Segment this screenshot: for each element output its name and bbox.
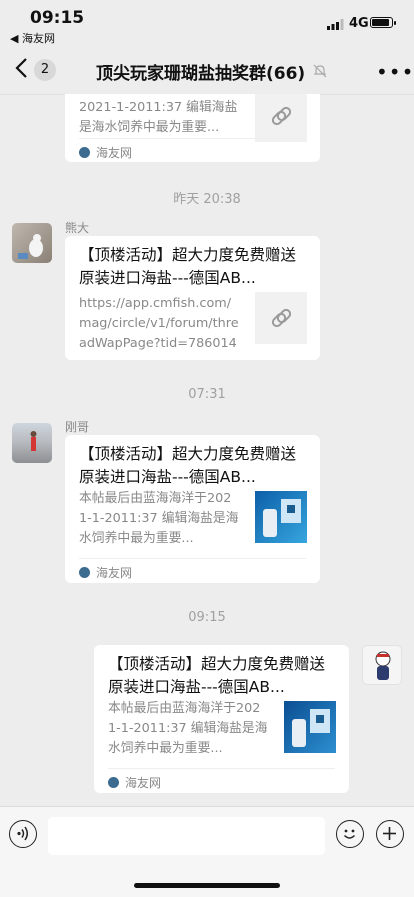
link-card-message[interactable]: 2021-1-2011:37 编辑海盐是海水饲养中最为重要... 海友网 <box>65 94 320 162</box>
card-divider <box>79 558 306 559</box>
card-title: 【顶楼活动】超大力度免费赠送原装进口海盐---德国AB... <box>108 655 326 696</box>
source-logo-icon <box>108 777 119 788</box>
chat-header: 2 顶尖玩家珊瑚盐抽奖群(66) ••• <box>0 44 414 95</box>
message-input[interactable] <box>48 817 325 855</box>
emoji-icon[interactable] <box>336 820 364 848</box>
link-card-message[interactable]: 【顶楼活动】超大力度免费赠送原装进口海盐---德国AB... https://a… <box>65 236 320 360</box>
signal-icon <box>327 19 344 30</box>
card-source: 海友网 <box>79 564 132 581</box>
link-icon <box>255 94 307 142</box>
sender-name: 刚哥 <box>65 420 90 434</box>
card-title: 【顶楼活动】超大力度免费赠送原装进口海盐---德国AB... <box>79 445 297 486</box>
card-description: https://app.cmfish.com/mag/circle/v1/for… <box>79 296 239 351</box>
more-options-icon[interactable]: ••• <box>376 60 414 84</box>
card-source: 海友网 <box>79 144 132 161</box>
card-divider <box>108 768 335 769</box>
avatar[interactable] <box>12 223 52 263</box>
card-title: 【顶楼活动】超大力度免费赠送原装进口海盐---德国AB... <box>79 246 297 287</box>
avatar[interactable] <box>12 423 52 463</box>
message-timestamp: 09:15 <box>188 610 226 625</box>
chat-title: 顶尖玩家珊瑚盐抽奖群(66) <box>96 64 306 84</box>
status-time: 09:15 <box>30 8 85 28</box>
card-description: 2021-1-2011:37 编辑海盐是海水饲养中最为重要... <box>79 100 238 135</box>
product-image <box>284 701 336 753</box>
add-more-icon[interactable] <box>376 820 404 848</box>
voice-input-icon[interactable] <box>9 820 37 848</box>
status-bar: 09:15 ◀ 海友网 4G <box>0 0 414 45</box>
home-indicator <box>134 883 280 888</box>
message-list[interactable]: 2021-1-2011:37 编辑海盐是海水饲养中最为重要... 海友网 昨天 … <box>0 94 414 806</box>
back-icon[interactable] <box>12 57 32 79</box>
link-card-message[interactable]: 【顶楼活动】超大力度免费赠送原装进口海盐---德国AB... 本帖最后由蓝海海洋… <box>94 645 349 793</box>
message-timestamp: 昨天 20:38 <box>173 192 241 207</box>
card-divider <box>79 138 306 139</box>
message-timestamp: 07:31 <box>188 387 226 402</box>
link-card-message[interactable]: 【顶楼活动】超大力度免费赠送原装进口海盐---德国AB... 本帖最后由蓝海海洋… <box>65 435 320 583</box>
battery-icon <box>370 17 396 28</box>
mute-icon <box>313 64 327 78</box>
source-logo-icon <box>79 567 90 578</box>
card-source: 海友网 <box>108 774 161 791</box>
link-icon <box>255 292 307 344</box>
network-label: 4G <box>349 16 369 31</box>
product-image <box>255 491 307 543</box>
sender-name: 熊大 <box>65 221 90 235</box>
source-logo-icon <box>79 147 90 158</box>
avatar[interactable] <box>362 645 402 685</box>
card-description: 本帖最后由蓝海海洋于2021-1-2011:37 编辑海盐是海水饲养中最为重要.… <box>79 491 239 546</box>
card-description: 本帖最后由蓝海海洋于2021-1-2011:37 编辑海盐是海水饲养中最为重要.… <box>108 701 268 756</box>
unread-count-badge[interactable]: 2 <box>34 59 56 81</box>
